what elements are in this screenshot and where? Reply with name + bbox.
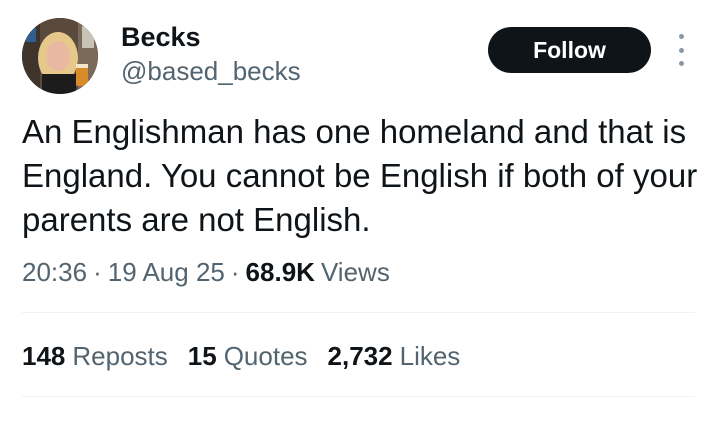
divider <box>22 396 695 397</box>
meta-separator: · <box>93 257 102 287</box>
views-label: Views <box>320 257 390 287</box>
tweet-time[interactable]: 20:36 <box>22 257 87 287</box>
tweet-text: An Englishman has one homeland and that … <box>22 113 698 238</box>
quotes-label: Quotes <box>223 341 308 371</box>
author-display-name[interactable]: Becks <box>121 20 201 54</box>
likes-count: 2,732 <box>327 341 393 371</box>
tweet-meta: 20:36 · 19 Aug 25 · 68.9K Views <box>22 255 390 289</box>
reposts-count: 148 <box>22 341 66 371</box>
divider <box>22 312 695 313</box>
author-handle[interactable]: @based_becks <box>121 55 301 87</box>
profile-photo-image <box>22 18 98 94</box>
ellipsis-dot <box>678 34 684 39</box>
avatar[interactable] <box>22 18 98 94</box>
views-count: 68.9K <box>245 257 315 287</box>
ellipsis-dot <box>678 47 684 53</box>
reposts-label: Reposts <box>72 341 168 371</box>
vertical-ellipsis-icon[interactable] <box>672 34 690 66</box>
likes-stat[interactable]: 2,732 Likes <box>328 339 461 373</box>
ellipsis-dot <box>678 61 684 66</box>
likes-label: Likes <box>399 341 461 371</box>
quotes-count: 15 <box>187 341 217 371</box>
quotes-stat[interactable]: 15 Quotes <box>188 339 308 373</box>
engagement-stats: 148 Reposts 15 Quotes 2,732 Likes <box>22 339 480 373</box>
tweet-detail: Becks @based_becks Follow An Englishman … <box>0 0 717 424</box>
follow-button[interactable]: Follow <box>488 27 651 73</box>
meta-separator: · <box>230 257 240 287</box>
reposts-stat[interactable]: 148 Reposts <box>22 339 168 373</box>
tweet-date[interactable]: 19 Aug 25 <box>108 257 225 287</box>
